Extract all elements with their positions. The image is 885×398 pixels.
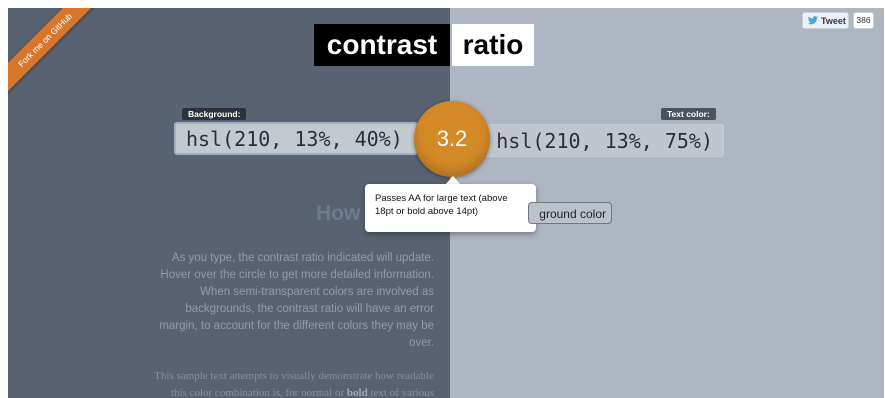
title-contrast: contrast bbox=[314, 24, 450, 66]
background-color-input[interactable] bbox=[174, 122, 418, 155]
text-color-label: Text color: bbox=[661, 108, 716, 120]
contrast-ratio-circle[interactable]: 3.2 bbox=[414, 101, 490, 177]
text-color-input[interactable] bbox=[482, 124, 724, 157]
sample-text-bold: bold bbox=[346, 387, 368, 398]
tooltip-line-1: Passes AA for large text (above bbox=[375, 193, 508, 204]
info-paragraph: As you type, the contrast ratio indicate… bbox=[159, 252, 434, 349]
app-frame: Fork me on GitHub contrast ratio Tweet 3… bbox=[8, 8, 884, 398]
tooltip-line-2: 18pt or bold above 14pt) bbox=[375, 206, 478, 217]
ratio-tooltip: Passes AA for large text (above 18pt or … bbox=[365, 184, 536, 232]
twitter-bird-icon bbox=[807, 16, 818, 25]
how-heading: How bbox=[316, 202, 361, 225]
tweet-label: Tweet bbox=[821, 16, 846, 26]
swap-colors-button[interactable]: ground color bbox=[528, 202, 612, 224]
sample-text-post: text of various bbox=[367, 387, 434, 398]
tweet-button[interactable]: Tweet bbox=[802, 12, 849, 29]
tweet-count-badge: 386 bbox=[853, 12, 874, 29]
sample-text: This sample text attempts to visually de… bbox=[136, 368, 434, 398]
title-ratio: ratio bbox=[452, 24, 534, 66]
background-label: Background: bbox=[182, 108, 247, 120]
